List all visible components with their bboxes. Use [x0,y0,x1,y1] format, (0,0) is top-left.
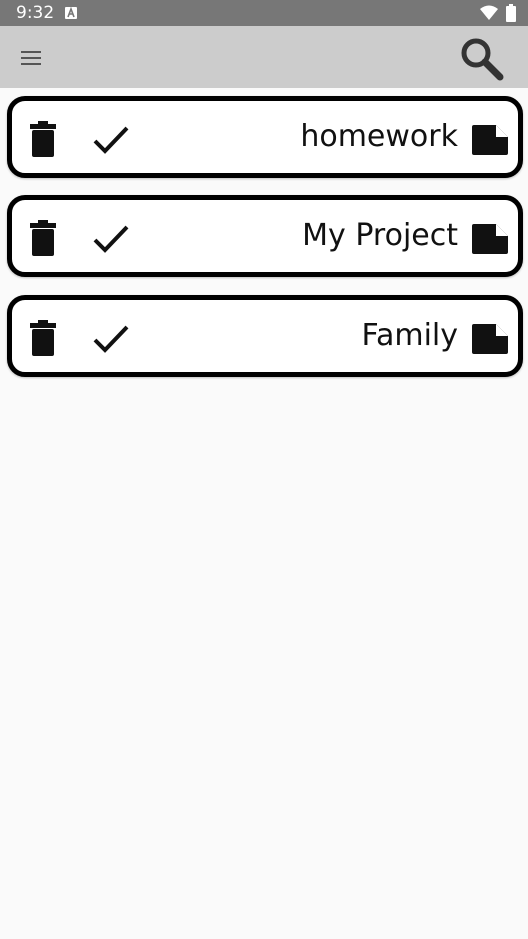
app-bar [0,26,528,88]
category-card-homework[interactable]: homework [7,96,523,178]
category-title: My Project [302,218,458,253]
check-icon[interactable] [92,324,130,354]
check-icon[interactable] [92,125,130,155]
note-icon[interactable] [470,322,510,356]
trash-icon[interactable] [28,121,58,157]
check-icon[interactable] [92,224,130,254]
note-icon[interactable] [470,123,510,157]
category-title: Family [361,318,458,353]
trash-icon[interactable] [28,320,58,356]
trash-icon[interactable] [28,220,58,256]
battery-icon [506,4,516,22]
a-notification-icon [65,7,77,19]
category-card-family[interactable]: Family [7,295,523,377]
search-icon[interactable] [458,35,504,81]
menu-icon[interactable] [16,43,46,73]
category-card-my-project[interactable]: My Project [7,195,523,277]
category-title: homework [300,119,458,154]
status-time: 9:32 [16,3,55,23]
status-bar: 9:32 [0,0,528,26]
note-icon[interactable] [470,222,510,256]
wifi-icon [480,5,498,20]
